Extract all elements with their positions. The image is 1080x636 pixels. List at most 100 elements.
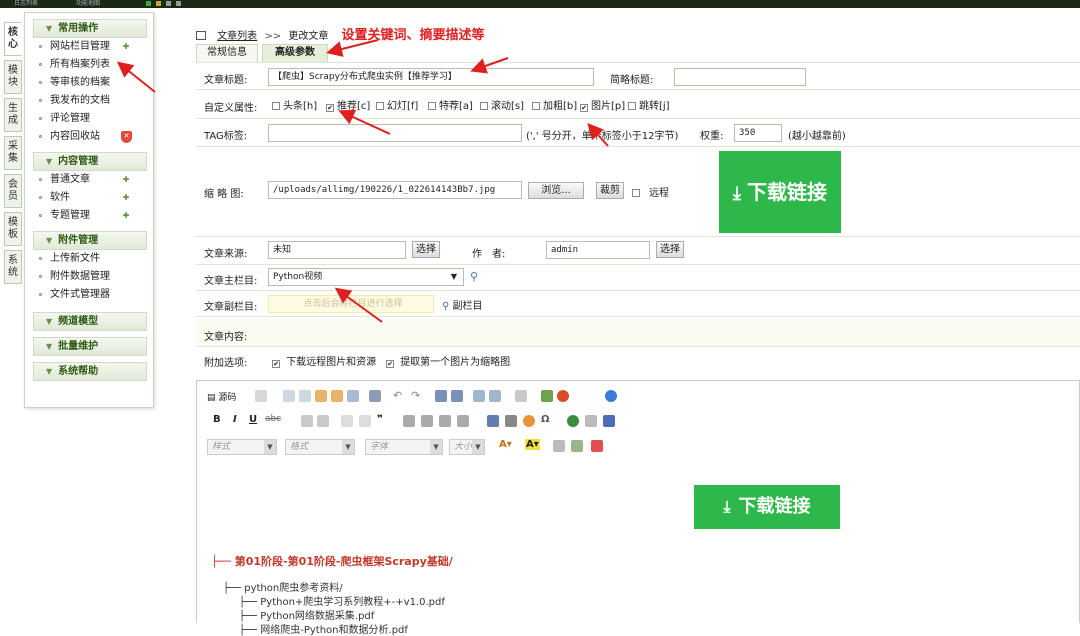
checkbox-checked[interactable]: ✔: [272, 360, 280, 368]
checkbox-checked[interactable]: ✔: [326, 104, 334, 112]
font-combo[interactable]: 字体 ▼: [365, 439, 443, 455]
weight-input[interactable]: 350: [734, 124, 782, 142]
undo-icon[interactable]: ↶: [393, 390, 405, 402]
redo-icon[interactable]: ↷: [411, 390, 423, 402]
text-color-icon[interactable]: A▾: [499, 439, 512, 450]
hr-icon[interactable]: [505, 415, 517, 427]
code-block-icon[interactable]: [591, 440, 603, 452]
download-link-button[interactable]: ⤓ 下载链接: [694, 485, 840, 529]
add-icon[interactable]: ✚: [121, 193, 131, 203]
thumb-path-input[interactable]: /uploads/allimg/190226/1_022614143Bb7.jp…: [268, 181, 522, 199]
style-combo[interactable]: 样式 ▼: [207, 439, 277, 455]
title-input[interactable]: 【爬虫】Scrapy分布式爬虫实例【推荐学习】: [268, 68, 594, 86]
sidebar-section-channel[interactable]: ▼ 频道模型: [33, 312, 147, 331]
short-title-input[interactable]: [674, 68, 806, 86]
top-link-1[interactable]: 日志列表: [14, 1, 38, 7]
bullet-list-icon[interactable]: [317, 415, 329, 427]
sub-col-input[interactable]: 点击后会将栏目进行选择: [268, 295, 434, 313]
template-icon[interactable]: [255, 390, 267, 402]
remove-format-icon[interactable]: [489, 390, 501, 402]
find-icon[interactable]: [435, 390, 447, 402]
vtab-system[interactable]: 系统: [4, 250, 22, 284]
ordered-list-icon[interactable]: [301, 415, 313, 427]
table-icon[interactable]: [487, 415, 499, 427]
underline-button[interactable]: U: [249, 414, 257, 425]
bg-color-icon[interactable]: A▾: [525, 439, 540, 450]
italic-button[interactable]: I: [233, 414, 237, 425]
attachment-icon[interactable]: [571, 440, 583, 452]
vtab-collect[interactable]: 采集: [4, 136, 22, 170]
add-icon[interactable]: ✚: [121, 42, 131, 52]
add-icon[interactable]: ✚: [121, 175, 131, 185]
anchor-flag-icon[interactable]: [603, 415, 615, 427]
paste-word-icon[interactable]: [347, 390, 359, 402]
download-link-banner[interactable]: ⤓ 下载链接: [719, 151, 841, 233]
shield-icon[interactable]: ✕: [121, 131, 132, 143]
sidebar-item-software[interactable]: 软件 ✚: [25, 189, 153, 207]
sidebar-item-column-manage[interactable]: 网站栏目管理 ✚: [25, 38, 153, 56]
outdent-icon[interactable]: [341, 415, 353, 427]
sidebar-section-batch[interactable]: ▼ 批量维护: [33, 337, 147, 356]
format-combo[interactable]: 格式 ▼: [285, 439, 355, 455]
sidebar-item-all-archives[interactable]: 所有档案列表: [25, 56, 153, 74]
bold-button[interactable]: B: [213, 414, 221, 425]
indent-icon[interactable]: [359, 415, 371, 427]
blockquote-icon[interactable]: ❞: [377, 414, 383, 425]
checkbox-unchecked[interactable]: [376, 102, 384, 110]
add-icon[interactable]: ✚: [121, 211, 131, 221]
sidebar-item-topics[interactable]: 专题管理 ✚: [25, 207, 153, 225]
top-link-2[interactable]: 功能地图: [76, 1, 100, 7]
select-all-icon[interactable]: [473, 390, 485, 402]
align-left-icon[interactable]: [403, 415, 415, 427]
checkbox-unchecked[interactable]: [532, 102, 540, 110]
strike-button[interactable]: abc: [265, 414, 281, 424]
breadcrumb-link-articles[interactable]: 文章列表: [217, 31, 257, 42]
replace-icon[interactable]: [451, 390, 463, 402]
size-combo[interactable]: 大小 ▼: [449, 439, 485, 455]
sidebar-item-comments[interactable]: 评论管理: [25, 110, 153, 128]
search-icon[interactable]: ⚲: [470, 270, 478, 283]
tag-input[interactable]: [268, 124, 522, 142]
checkbox-checked[interactable]: ✔: [580, 104, 588, 112]
main-col-select[interactable]: Python视频 ▼: [268, 268, 464, 286]
print-icon[interactable]: [369, 390, 381, 402]
attr-option[interactable]: 头条[h]: [272, 97, 317, 112]
sidebar-section-common[interactable]: ▼ 常用操作: [33, 19, 147, 38]
paste-text-icon[interactable]: [331, 390, 343, 402]
vtab-module[interactable]: 模块: [4, 60, 22, 94]
smiley-icon[interactable]: [523, 415, 535, 427]
copy-icon[interactable]: [299, 390, 311, 402]
image-icon[interactable]: [541, 390, 553, 402]
align-center-icon[interactable]: [421, 415, 433, 427]
sidebar-item-recycle[interactable]: 内容回收站 ✕: [25, 128, 153, 146]
sidebar-item-my-docs[interactable]: 我发布的文档: [25, 92, 153, 110]
sub-col-button[interactable]: ⚲ 副栏目: [442, 297, 483, 312]
align-right-icon[interactable]: [439, 415, 451, 427]
sidebar-section-content[interactable]: ▼ 内容管理: [33, 152, 147, 171]
sidebar-section-help[interactable]: ▼ 系统帮助: [33, 362, 147, 381]
source-select-button[interactable]: 选择: [412, 241, 440, 258]
extra-option-2[interactable]: ✔ 提取第一个图片为缩略图: [386, 353, 510, 368]
checkbox-unchecked[interactable]: [428, 102, 436, 110]
checkbox-checked[interactable]: ✔: [386, 360, 394, 368]
attr-option[interactable]: 滚动[s]: [480, 97, 524, 112]
sidebar-item-pending[interactable]: 等审核的档案: [25, 74, 153, 92]
attr-option[interactable]: ✔ 推荐[c]: [326, 97, 370, 112]
extra-option-1[interactable]: ✔ 下载远程图片和资源: [272, 353, 376, 368]
tab-general[interactable]: 常规信息: [196, 44, 258, 62]
sidebar-item-file-manager[interactable]: 文件式管理器: [25, 286, 153, 304]
browse-button[interactable]: 浏览...: [528, 182, 584, 199]
attr-option[interactable]: 特荐[a]: [428, 97, 473, 112]
sidebar-item-upload[interactable]: 上传新文件: [25, 250, 153, 268]
remote-checkbox[interactable]: [632, 189, 640, 197]
vtab-core[interactable]: 核心: [4, 22, 22, 56]
attr-option[interactable]: 跳转[j]: [628, 97, 670, 112]
link-icon[interactable]: [567, 415, 579, 427]
vtab-member[interactable]: 会员: [4, 174, 22, 208]
preview-icon[interactable]: [515, 390, 527, 402]
source-input[interactable]: 未知: [268, 241, 406, 259]
remote-option[interactable]: 远程: [632, 184, 669, 199]
attr-option[interactable]: 幻灯[f]: [376, 97, 418, 112]
vtab-template[interactable]: 模板: [4, 212, 22, 246]
author-input[interactable]: admin: [546, 241, 650, 259]
